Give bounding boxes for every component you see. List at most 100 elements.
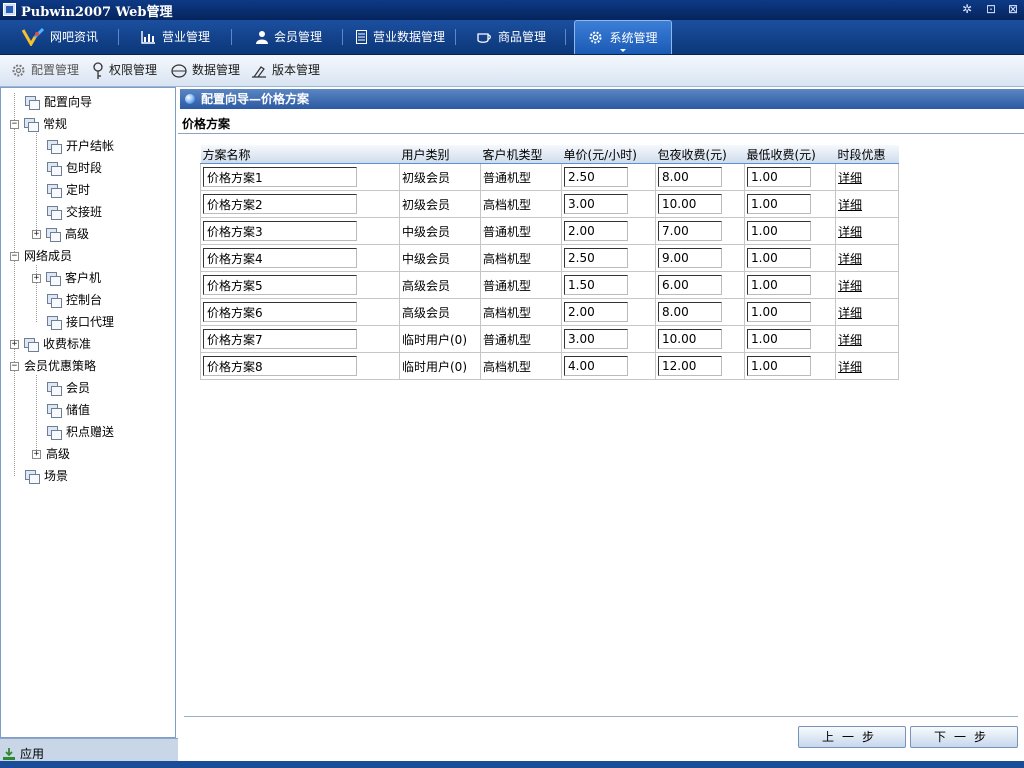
column-header: 客户机类型 [480, 145, 562, 164]
nav-item-members[interactable]: 会员管理 [256, 20, 322, 54]
night-fee-input[interactable] [658, 221, 722, 241]
nav-item-system[interactable]: 系统管理 [574, 20, 672, 54]
tree-item-shift-handover[interactable]: 交接班 [47, 202, 102, 222]
tree-item-interface-proxy[interactable]: 接口代理 [47, 312, 114, 332]
section-title: 价格方案 [182, 117, 231, 131]
collapse-icon[interactable]: − [10, 361, 19, 371]
tree-item-advanced-2[interactable]: + 高级 [32, 444, 70, 464]
detail-link[interactable]: 详细 [838, 279, 862, 293]
detail-link[interactable]: 详细 [838, 198, 862, 212]
node-icon [46, 271, 61, 286]
detail-link[interactable]: 详细 [838, 333, 862, 347]
expand-icon[interactable]: + [32, 273, 41, 283]
plan-name-input[interactable] [203, 194, 357, 214]
min-fee-input[interactable] [747, 167, 811, 187]
tree-item-general[interactable]: − 常规 [10, 114, 67, 134]
unit-price-input[interactable] [564, 356, 628, 376]
subnav-item-version[interactable]: 版本管理 [251, 55, 320, 86]
subnav-item-data[interactable]: 数据管理 [171, 55, 240, 86]
nav-item-news[interactable]: 网吧资讯 [22, 20, 98, 54]
night-fee-input[interactable] [658, 302, 722, 322]
snowflake-icon[interactable]: ✲ [959, 2, 975, 17]
min-fee-input[interactable] [747, 248, 811, 268]
sidebar: 配置向导 − 常规 开户结帐 包时段 定时 交接班 + 高级 − 网络成员 + … [0, 87, 178, 768]
plan-name-input[interactable] [203, 275, 357, 295]
user-type-cell: 高级会员 [399, 298, 481, 326]
unit-price-input[interactable] [564, 329, 628, 349]
plan-name-input[interactable] [203, 302, 357, 322]
plan-name-input[interactable] [203, 329, 357, 349]
column-header: 时段优惠 [835, 145, 899, 164]
main-nav: 网吧资讯 营业管理 会员管理 营业数据管理 商品管理 系统管理 [0, 20, 1024, 55]
nav-label: 网吧资讯 [50, 30, 99, 44]
tree-item-open-account[interactable]: 开户结帐 [47, 136, 114, 156]
min-fee-input[interactable] [747, 302, 811, 322]
table-row: 中级会员 普通机型 详细 [200, 217, 899, 245]
detail-link[interactable]: 详细 [838, 306, 862, 320]
machine-type-cell: 高档机型 [480, 190, 562, 218]
expand-icon[interactable]: + [32, 449, 41, 459]
plan-name-input[interactable] [203, 221, 357, 241]
night-fee-input[interactable] [658, 248, 722, 268]
tree-item-member-discount[interactable]: − 会员优惠策略 [10, 356, 96, 376]
tree-item-stored-value[interactable]: 储值 [47, 400, 90, 420]
machine-type-cell: 高档机型 [480, 244, 562, 272]
tree-item-time-package[interactable]: 包时段 [47, 158, 102, 178]
night-fee-input[interactable] [658, 167, 722, 187]
tree-item-console[interactable]: 控制台 [47, 290, 102, 310]
detail-link[interactable]: 详细 [838, 252, 862, 266]
tree-item-client[interactable]: + 客户机 [32, 268, 101, 288]
prev-step-button[interactable]: 上一步 [798, 726, 906, 748]
subnav-item-config[interactable]: 配置管理 [11, 55, 79, 86]
user-type-cell: 初级会员 [399, 190, 481, 218]
tree-item-charge-standard[interactable]: + 收费标准 [10, 334, 91, 354]
collapse-icon[interactable]: − [10, 251, 19, 261]
detail-link[interactable]: 详细 [838, 171, 862, 185]
cup-icon [477, 32, 491, 43]
exit-icon[interactable]: ⊠ [1005, 2, 1021, 17]
nav-label: 营业数据管理 [373, 30, 446, 44]
tree-item-timer[interactable]: 定时 [47, 180, 90, 200]
unit-price-input[interactable] [564, 302, 628, 322]
tree-label: 接口代理 [66, 315, 115, 329]
nav-item-business-data[interactable]: 营业数据管理 [356, 20, 445, 54]
node-icon [47, 381, 62, 396]
next-step-button[interactable]: 下一步 [910, 726, 1018, 748]
tree-item-config-wizard[interactable]: 配置向导 [10, 92, 92, 112]
unit-price-input[interactable] [564, 275, 628, 295]
nav-item-business[interactable]: 营业管理 [141, 20, 210, 54]
plan-name-input[interactable] [203, 248, 357, 268]
min-fee-input[interactable] [747, 329, 811, 349]
unit-price-input[interactable] [564, 194, 628, 214]
version-icon [252, 65, 266, 78]
night-fee-input[interactable] [658, 329, 722, 349]
tree-label: 会员优惠策略 [24, 359, 97, 373]
night-fee-input[interactable] [658, 275, 722, 295]
night-fee-input[interactable] [658, 194, 722, 214]
help-icon[interactable]: ⊡ [983, 2, 999, 17]
min-fee-input[interactable] [747, 194, 811, 214]
detail-link[interactable]: 详细 [838, 225, 862, 239]
tree-item-network-members[interactable]: − 网络成员 [10, 246, 72, 266]
table-row: 临时用户(0) 普通机型 详细 [200, 325, 899, 353]
unit-price-input[interactable] [564, 221, 628, 241]
collapse-icon[interactable]: − [10, 119, 19, 129]
plan-name-input[interactable] [203, 356, 357, 376]
expand-icon[interactable]: + [10, 339, 19, 349]
tree-item-member[interactable]: 会员 [47, 378, 90, 398]
tree-item-points-gift[interactable]: 积点赠送 [47, 422, 114, 442]
min-fee-input[interactable] [747, 221, 811, 241]
plan-name-input[interactable] [203, 167, 357, 187]
tree-item-advanced[interactable]: + 高级 [32, 224, 89, 244]
tree-item-scene[interactable]: 场景 [10, 466, 68, 486]
unit-price-input[interactable] [564, 167, 628, 187]
min-fee-input[interactable] [747, 275, 811, 295]
nav-item-goods[interactable]: 商品管理 [477, 20, 546, 54]
night-fee-input[interactable] [658, 356, 722, 376]
unit-price-input[interactable] [564, 248, 628, 268]
detail-link[interactable]: 详细 [838, 360, 862, 374]
expand-icon[interactable]: + [32, 229, 41, 239]
subnav-item-permission[interactable]: 权限管理 [92, 55, 157, 86]
min-fee-input[interactable] [747, 356, 811, 376]
document-icon [356, 30, 367, 44]
